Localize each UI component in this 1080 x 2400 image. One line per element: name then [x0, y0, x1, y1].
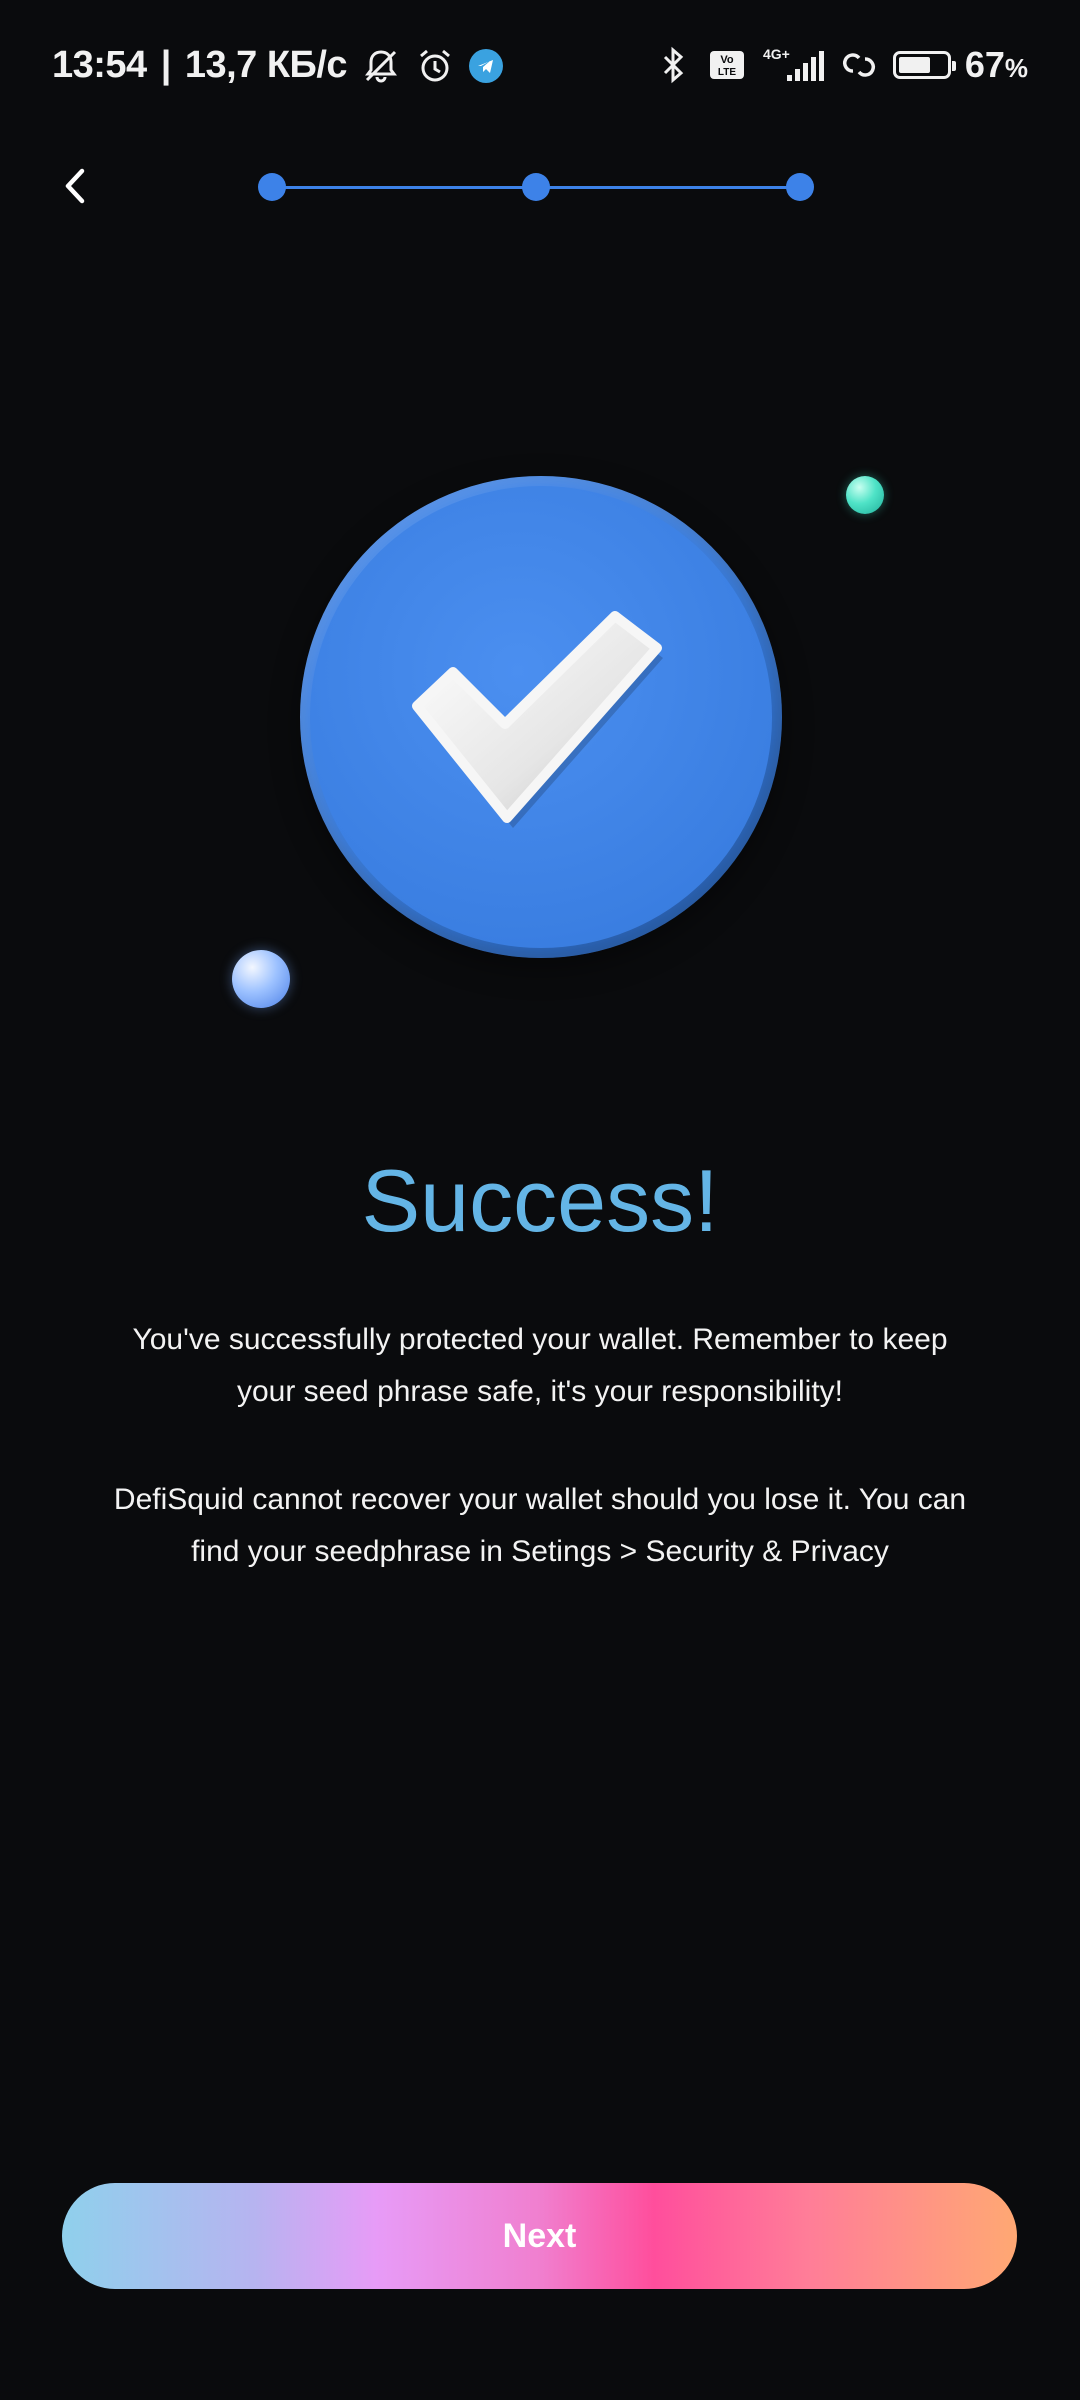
network-speed: 13,7 КБ/с: [184, 44, 348, 86]
status-separator: |: [160, 44, 172, 86]
stepper-dot-2: [522, 173, 550, 201]
volte-icon: Vo LTE: [709, 51, 744, 79]
signal-icon: 4G+: [763, 46, 824, 81]
hotspot-icon: [842, 53, 875, 77]
status-right: Vo LTE 4G+ 67%: [653, 44, 1028, 86]
chevron-left-icon: [65, 168, 85, 204]
success-badge: [300, 476, 782, 958]
status-time: 13:54: [52, 44, 147, 86]
network-type-label: 4G+: [763, 46, 790, 62]
progress-stepper: [258, 172, 814, 202]
telegram-icon: [469, 48, 504, 83]
volte-label-bottom: LTE: [718, 67, 736, 78]
next-button[interactable]: Next: [62, 2183, 1017, 2289]
stepper-dot-3: [786, 173, 814, 201]
teal-orb-decoration: [846, 476, 884, 514]
volte-label-top: Vo: [720, 54, 734, 66]
success-message: You've successfully protected your walle…: [132, 1323, 948, 1408]
page-title: Success!: [361, 1151, 719, 1250]
back-button[interactable]: [50, 156, 100, 216]
success-illustration: [0, 440, 1080, 1040]
alarm-icon: [420, 49, 451, 81]
bluetooth-icon: [663, 46, 684, 84]
battery-percent: 67%: [964, 44, 1028, 85]
status-bar: 13:54 | 13,7 КБ/с Vo LTE 4G+ 67%: [0, 0, 1080, 130]
battery-icon: [892, 51, 956, 79]
battery-fill: [898, 57, 930, 73]
blue-orb-decoration: [232, 950, 290, 1008]
recovery-warning: DefiSquid cannot recover your wallet sho…: [113, 1483, 967, 1568]
mute-icon: [365, 49, 398, 82]
status-left: 13:54 | 13,7 КБ/с: [52, 44, 504, 87]
stepper-dot-1: [258, 173, 286, 201]
checkmark-icon: [412, 611, 663, 828]
